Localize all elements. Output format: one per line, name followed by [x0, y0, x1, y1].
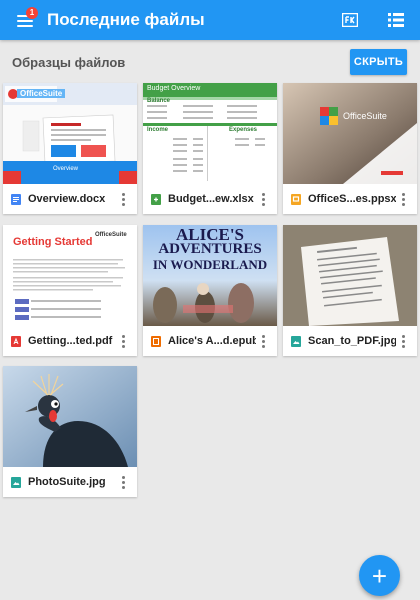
- app-bar: 1 Последние файлы: [0, 0, 420, 40]
- section-title: Образцы файлов: [12, 55, 126, 70]
- thumbnail-brand: OfficeSuite: [17, 89, 66, 98]
- file-card-alice[interactable]: ALICE'S ADVENTURES IN WONDERLAND Alice's…: [143, 225, 277, 356]
- thumbnail-brand: OfficeSuite: [95, 232, 127, 238]
- page-title: Последние файлы: [47, 10, 205, 29]
- image-icon: [290, 335, 301, 347]
- thumbnail-expenses: Expenses: [229, 127, 258, 133]
- slides-icon: [290, 193, 301, 205]
- thumbnail-income: Income: [147, 127, 169, 133]
- thumbnail-getting-started: Getting Started OfficeSuite: [3, 225, 137, 326]
- file-card-budget[interactable]: Budget Overview Balance Income Expenses …: [143, 83, 277, 214]
- notification-badge: 1: [26, 7, 38, 19]
- book-icon: [150, 335, 161, 347]
- file-name: Scan_to_PDF.jpg: [308, 335, 397, 347]
- more-options-button[interactable]: [396, 331, 410, 351]
- thumbnail-balance: Balance: [147, 98, 171, 104]
- thumbnail-title: Budget Overview: [147, 85, 201, 92]
- add-icon: +: [371, 560, 388, 591]
- more-options-button[interactable]: [396, 189, 410, 209]
- file-name: Getting...ted.pdf: [28, 335, 113, 347]
- file-name: PhotoSuite.jpg: [28, 476, 106, 488]
- more-options-button[interactable]: [256, 331, 270, 351]
- thumbnail-budget: Budget Overview Balance Income Expenses: [143, 83, 277, 184]
- image-icon: [10, 476, 21, 488]
- thumbnail-overview: OfficeSuite Overview: [3, 83, 137, 184]
- more-options-button[interactable]: [256, 189, 270, 209]
- file-card-overview[interactable]: OfficeSuite Overview Overview.docx: [3, 83, 137, 214]
- doc-icon: [10, 193, 21, 205]
- section-header: Образцы файлов СКРЫТЬ: [0, 40, 420, 84]
- thumbnail-alice: ALICE'S ADVENTURES IN WONDERLAND: [143, 225, 277, 326]
- file-name: Alice's A...d.epub: [168, 335, 257, 347]
- thumbnail-title-line1: ALICE'S: [175, 225, 245, 244]
- hide-button[interactable]: СКРЫТЬ: [350, 49, 407, 75]
- pdf-icon: [10, 335, 21, 347]
- thumbnail-brand: OfficeSuite: [343, 111, 387, 121]
- thumbnail-caption: Overview: [53, 166, 79, 172]
- thumbnail-title: Getting Started: [13, 236, 93, 248]
- file-name: Budget...ew.xlsx: [168, 193, 254, 205]
- file-name: OfficeS...es.ppsx: [308, 193, 397, 205]
- file-card-getting-started[interactable]: Getting Started OfficeSuite Getting...te…: [3, 225, 137, 356]
- menu-button[interactable]: 1: [17, 7, 38, 27]
- more-options-button[interactable]: [116, 189, 130, 209]
- thumbnail-officesuite: OfficeSuite: [283, 83, 417, 184]
- list-view-icon[interactable]: [386, 10, 406, 30]
- fk-icon[interactable]: [340, 10, 360, 30]
- more-options-button[interactable]: [116, 331, 130, 351]
- file-name: Overview.docx: [28, 193, 106, 205]
- thumbnail-scan: [283, 225, 417, 326]
- thumbnail-title-line2: ADVENTURES: [158, 241, 262, 257]
- sheet-icon: [150, 193, 161, 205]
- add-button[interactable]: +: [359, 555, 400, 596]
- thumbnail-photosuite: [3, 366, 137, 467]
- thumbnail-title-line3: IN WONDERLAND: [152, 257, 268, 272]
- more-options-button[interactable]: [116, 472, 130, 492]
- file-card-scan[interactable]: Scan_to_PDF.jpg: [283, 225, 417, 356]
- file-card-photosuite[interactable]: PhotoSuite.jpg: [3, 366, 137, 497]
- file-card-officesuite[interactable]: OfficeSuite OfficeS...es.ppsx: [283, 83, 417, 214]
